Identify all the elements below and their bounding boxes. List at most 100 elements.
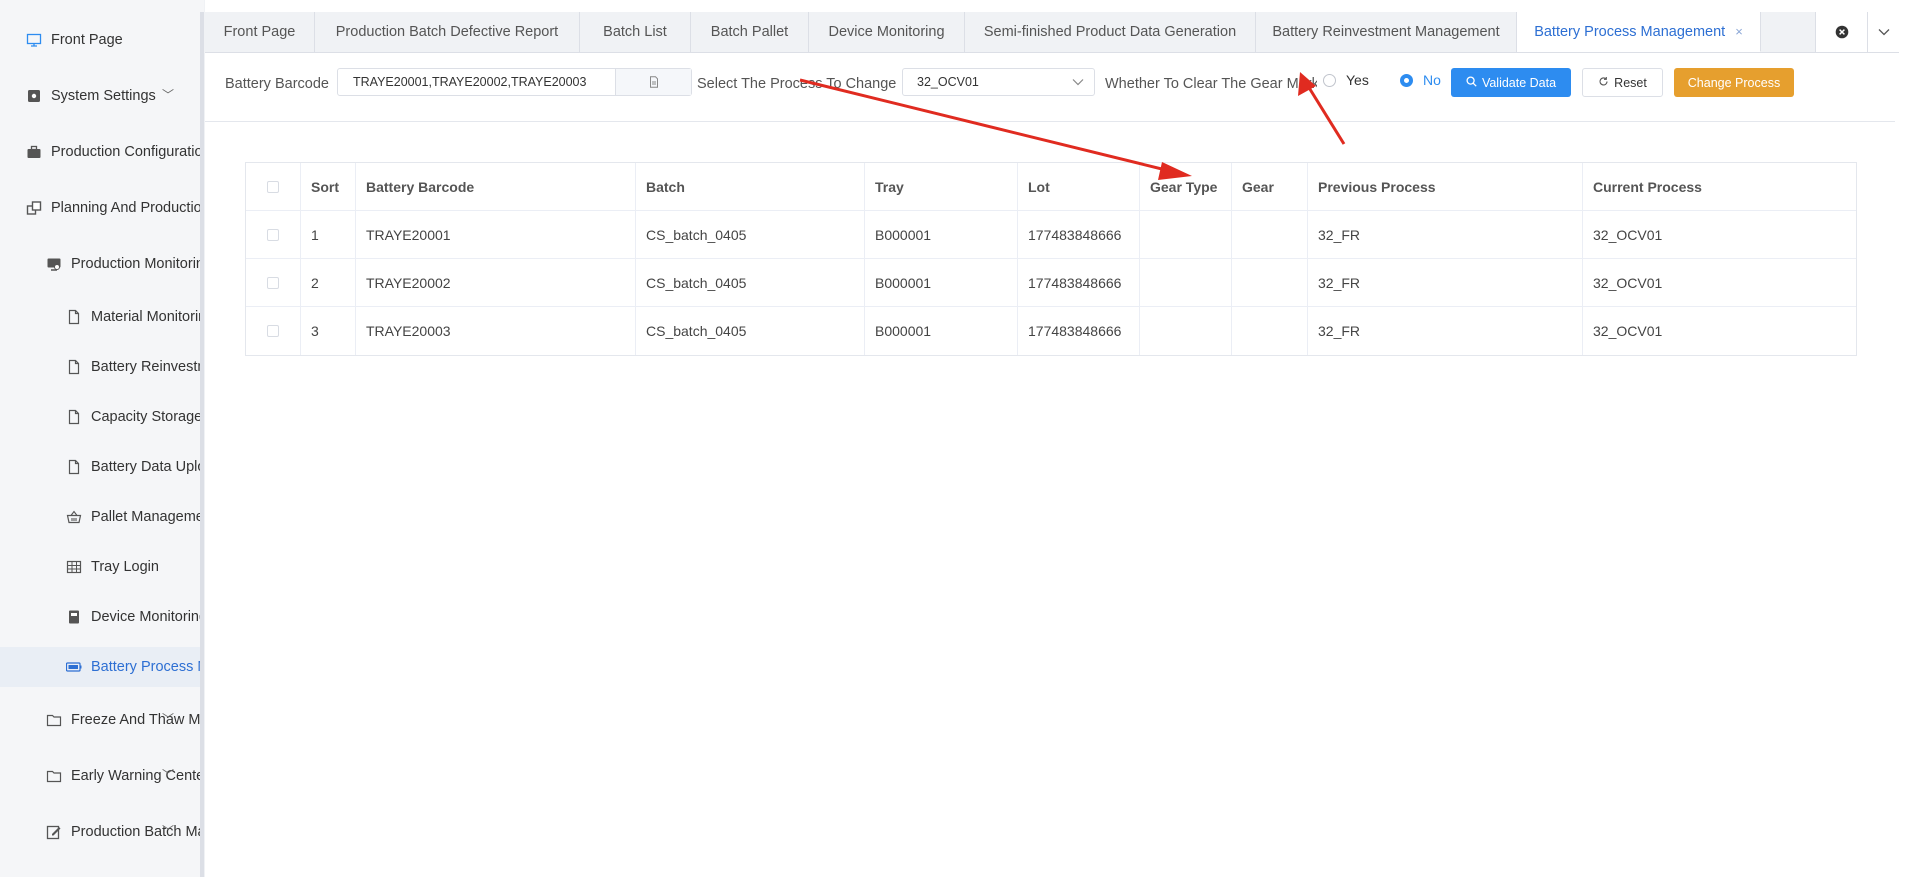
chevron-down-icon: ﹀ xyxy=(162,88,175,102)
row-checkbox[interactable] xyxy=(267,277,279,289)
radio-no-label: No xyxy=(1423,72,1441,88)
tab-label: Production Batch Defective Report xyxy=(335,24,559,40)
sidebar-item-early-warning-center[interactable]: Early Warning Center ﹀ xyxy=(0,756,204,796)
sidebar-item-production-batch-management[interactable]: Production Batch Man ﹀ xyxy=(0,812,204,852)
sidebar-item-label: Production Batch Man xyxy=(71,824,204,840)
table-row[interactable]: 3 TRAYE20003 CS_batch_0405 B000001 17748… xyxy=(246,307,1856,355)
sidebar-item-freeze-and-thaw[interactable]: Freeze And Thaw Ma ﹀ xyxy=(0,700,204,740)
sidebar-item-label: Battery Data Upload xyxy=(91,459,204,475)
chevron-down-icon xyxy=(1878,29,1889,36)
sidebar-item-battery-process-management[interactable]: Battery Process M xyxy=(0,647,204,687)
sidebar-item-label: Early Warning Center xyxy=(71,768,204,784)
validate-data-label: Validate Data xyxy=(1481,75,1557,90)
cell-batch: CS_batch_0405 xyxy=(636,307,865,355)
tab-label: Front Page xyxy=(223,24,296,40)
sidebar-item-battery-reinvestment[interactable]: Battery Reinvestment xyxy=(0,347,204,387)
sidebar-item-front-page[interactable]: Front Page xyxy=(0,20,204,60)
search-icon xyxy=(1466,75,1477,90)
folder-icon xyxy=(45,767,63,785)
sidebar-item-battery-data-upload[interactable]: Battery Data Upload xyxy=(0,447,204,487)
battery-icon xyxy=(65,658,83,676)
sidebar-item-production-monitoring[interactable]: Production Monitoring xyxy=(0,244,204,284)
sidebar-item-label: Battery Reinvestment xyxy=(91,359,204,375)
header-batch: Batch xyxy=(636,163,865,211)
file-icon xyxy=(65,358,83,376)
cell-previous-process: 32_FR xyxy=(1308,307,1583,355)
tab-menu-button[interactable] xyxy=(1867,12,1899,52)
header-gear: Gear xyxy=(1232,163,1308,211)
sidebar-item-label: Tray Login xyxy=(91,559,159,575)
table-row[interactable]: 1 TRAYE20001 CS_batch_0405 B000001 17748… xyxy=(246,211,1856,259)
cell-gear-type xyxy=(1140,211,1232,259)
cell-current-process: 32_OCV01 xyxy=(1593,227,1663,243)
close-icon[interactable]: × xyxy=(1735,24,1743,39)
cell-gear xyxy=(1232,259,1308,307)
sidebar-item-capacity-storage[interactable]: Capacity Storage L xyxy=(0,397,204,437)
sidebar-item-planning-and-production[interactable]: Planning And Production xyxy=(0,188,204,228)
cell-sort: 2 xyxy=(301,259,356,307)
sidebar-item-material-monitoring[interactable]: Material Monitoring xyxy=(0,297,204,337)
sidebar-item-tray-login[interactable]: Tray Login xyxy=(0,547,204,587)
chevron-down-icon: ﹀ xyxy=(162,768,175,782)
sidebar-item-label: Capacity Storage L xyxy=(91,409,204,425)
main-content: Front Page Production Batch Defective Re… xyxy=(205,0,1911,877)
sidebar: Front Page System Settings ﹀ Production … xyxy=(0,0,204,877)
validate-data-button[interactable]: Validate Data xyxy=(1451,68,1571,97)
folder-icon xyxy=(45,711,63,729)
import-file-button[interactable] xyxy=(615,69,691,95)
radio-no[interactable]: No xyxy=(1400,72,1441,88)
tab-semi-finished-product-data-generation[interactable]: Semi-finished Product Data Generation xyxy=(965,12,1256,52)
sidebar-item-device-monitoring[interactable]: Device Monitoring xyxy=(0,597,204,637)
close-all-tabs-button[interactable] xyxy=(1815,12,1867,52)
tab-batch-pallet[interactable]: Batch Pallet xyxy=(691,12,809,52)
header-current-process: Current Process xyxy=(1593,179,1702,195)
briefcase-icon xyxy=(25,143,43,161)
battery-barcode-input[interactable]: TRAYE20001,TRAYE20002,TRAYE20003 xyxy=(337,68,692,96)
sidebar-item-label: Front Page xyxy=(51,32,123,48)
sidebar-item-production-configuration[interactable]: Production Configuration xyxy=(0,132,204,172)
radio-yes-label: Yes xyxy=(1346,72,1369,88)
tab-device-monitoring[interactable]: Device Monitoring xyxy=(809,12,965,52)
cell-current-process: 32_OCV01 xyxy=(1593,323,1663,339)
sidebar-item-pallet-management[interactable]: Pallet Management xyxy=(0,497,204,537)
row-checkbox[interactable] xyxy=(267,229,279,241)
tab-front-page[interactable]: Front Page xyxy=(205,12,315,52)
sidebar-item-label: Production Monitoring xyxy=(71,256,204,272)
tab-batch-list[interactable]: Batch List xyxy=(580,12,691,52)
cell-gear-type xyxy=(1140,307,1232,355)
process-select[interactable]: 32_OCV01 xyxy=(902,68,1095,96)
tab-label: Battery Process Management xyxy=(1534,23,1726,40)
tab-production-batch-defective-report[interactable]: Production Batch Defective Report xyxy=(315,12,580,52)
select-all-checkbox[interactable] xyxy=(267,181,279,193)
filter-form: Battery Barcode TRAYE20001,TRAYE20002,TR… xyxy=(205,53,1895,122)
reset-button[interactable]: Reset xyxy=(1582,68,1663,97)
cell-gear-type xyxy=(1140,259,1232,307)
radio-circle xyxy=(1400,73,1413,87)
row-select-cell xyxy=(246,307,301,355)
cell-lot: 177483848666 xyxy=(1018,307,1140,355)
tab-bar: Front Page Production Batch Defective Re… xyxy=(205,12,1899,53)
cell-battery-barcode: TRAYE20002 xyxy=(356,259,636,307)
radio-yes[interactable]: Yes xyxy=(1323,72,1369,88)
cell-previous-process: 32_FR xyxy=(1308,259,1583,307)
refresh-icon xyxy=(1598,76,1609,90)
cell-battery-barcode: TRAYE20003 xyxy=(356,307,636,355)
process-label: Select The Process To Change xyxy=(697,76,897,92)
tab-battery-reinvestment-management[interactable]: Battery Reinvestment Management xyxy=(1256,12,1517,52)
cell-lot: 177483848666 xyxy=(1018,259,1140,307)
change-process-button[interactable]: Change Process xyxy=(1674,68,1794,97)
chevron-down-icon xyxy=(1072,79,1084,86)
cell-tray: B000001 xyxy=(865,211,1018,259)
tab-label: Batch Pallet xyxy=(710,24,789,40)
table-row[interactable]: 2 TRAYE20002 CS_batch_0405 B000001 17748… xyxy=(246,259,1856,307)
tab-battery-process-management[interactable]: Battery Process Management × xyxy=(1517,12,1761,52)
sidebar-item-system-settings[interactable]: System Settings ﹀ xyxy=(0,76,204,116)
cell-batch: CS_batch_0405 xyxy=(636,259,865,307)
settings-box-icon xyxy=(25,87,43,105)
row-checkbox[interactable] xyxy=(267,325,279,337)
cell-current-process: 32_OCV01 xyxy=(1593,275,1663,291)
cell-previous-process: 32_FR xyxy=(1308,211,1583,259)
tab-label: Batch List xyxy=(603,24,667,40)
cell-gear xyxy=(1232,211,1308,259)
file-icon xyxy=(65,458,83,476)
